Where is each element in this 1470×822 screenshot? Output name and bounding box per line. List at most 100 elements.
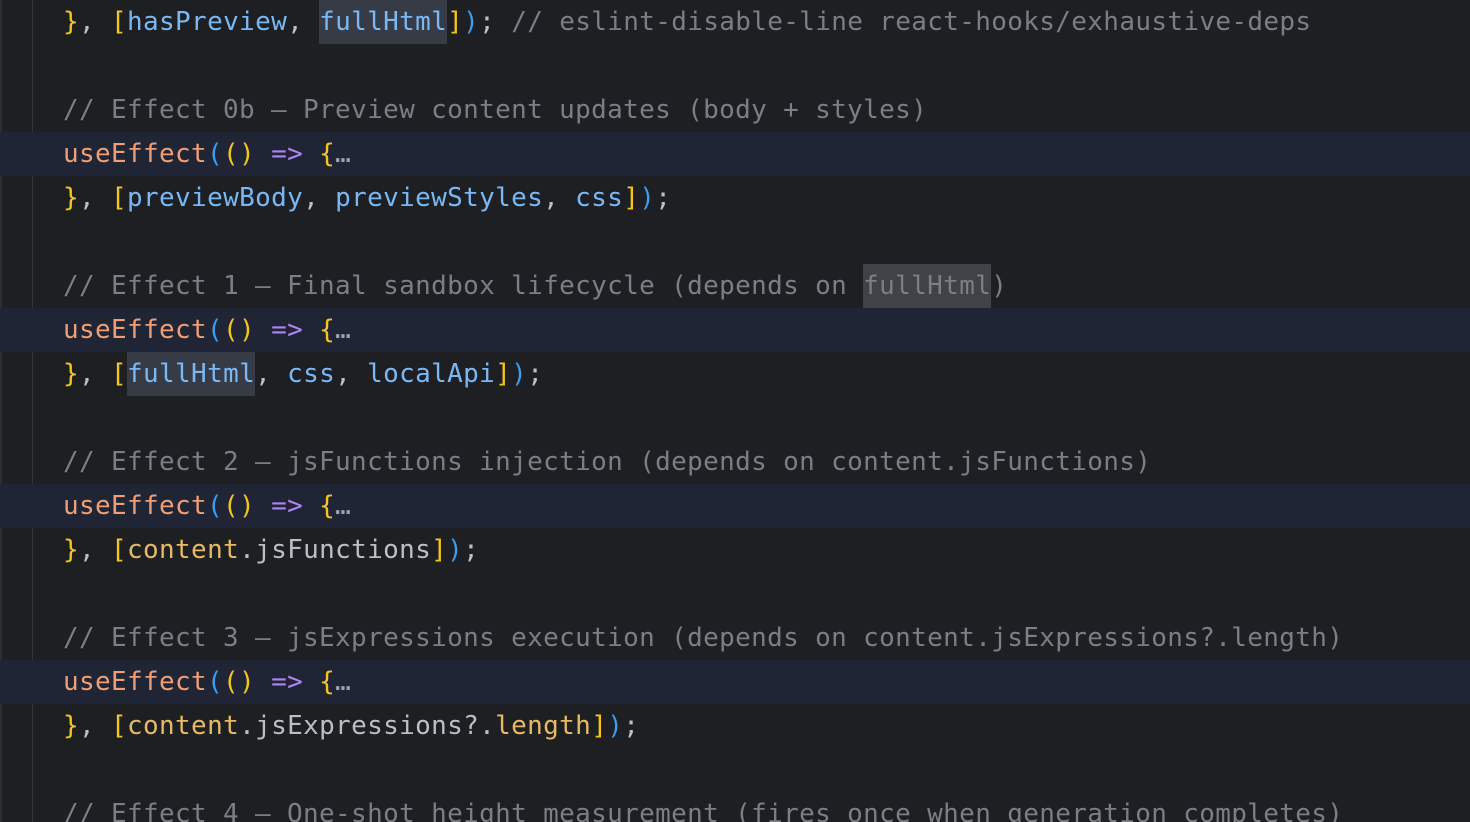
- code-token: useEffect: [63, 667, 208, 697]
- code-token: }: [63, 183, 80, 213]
- code-token: ]: [495, 359, 512, 389]
- code-token: ): [447, 535, 464, 565]
- code-line[interactable]: }, [previewBody, previewStyles, css]);: [0, 176, 1470, 220]
- code-token: {: [319, 139, 336, 169]
- code-token: css: [287, 359, 336, 389]
- folded-code-line[interactable]: useEffect(() => {…: [0, 132, 1470, 176]
- code-token: ;: [479, 7, 512, 37]
- code-line[interactable]: // Effect 4 — One-shot height measuremen…: [0, 792, 1470, 822]
- code-line-text: // Effect 2 — jsFunctions injection (dep…: [63, 440, 1151, 484]
- fold-expand-ellipsis[interactable]: …: [335, 667, 351, 697]
- code-line-text: // Effect 1 — Final sandbox lifecycle (d…: [63, 264, 1007, 308]
- code-token: css: [575, 183, 624, 213]
- code-line-text: // Effect 0b — Preview content updates (…: [63, 88, 927, 132]
- code-token: ,: [255, 359, 288, 389]
- code-line[interactable]: [0, 748, 1470, 792]
- code-token: content: [127, 711, 240, 741]
- code-token: // Effect 2 — jsFunctions injection (dep…: [63, 447, 1152, 477]
- code-token: }: [63, 535, 80, 565]
- code-token: }: [63, 359, 80, 389]
- folded-code-line[interactable]: useEffect(() => {…: [0, 308, 1470, 352]
- code-token: .: [239, 711, 256, 741]
- code-token: =>: [271, 315, 304, 345]
- code-token: previewBody: [127, 183, 304, 213]
- code-token: // Effect 4 — One-shot height measuremen…: [63, 799, 1344, 822]
- code-line[interactable]: [0, 396, 1470, 440]
- code-token: ]: [431, 535, 448, 565]
- code-line[interactable]: // Effect 1 — Final sandbox lifecycle (d…: [0, 264, 1470, 308]
- code-token: ,: [79, 183, 112, 213]
- folded-code-line[interactable]: useEffect(() => {…: [0, 484, 1470, 528]
- code-token: [: [111, 359, 128, 389]
- code-token: [: [111, 535, 128, 565]
- code-token: length: [495, 711, 592, 741]
- code-line[interactable]: // Effect 3 — jsExpressions execution (d…: [0, 616, 1470, 660]
- code-token: (): [223, 667, 256, 697]
- code-line[interactable]: [0, 572, 1470, 616]
- code-token: [: [111, 7, 128, 37]
- fold-expand-ellipsis[interactable]: …: [335, 491, 351, 521]
- code-token: ,: [79, 535, 112, 565]
- fold-expand-ellipsis[interactable]: …: [335, 139, 351, 169]
- code-line-text: }, [content.jsExpressions?.length]);: [63, 704, 639, 748]
- code-token: ;: [623, 711, 640, 741]
- code-token: previewStyles: [335, 183, 544, 213]
- fold-expand-ellipsis[interactable]: …: [335, 315, 351, 345]
- code-token: ,: [79, 7, 112, 37]
- code-line[interactable]: }, [hasPreview, fullHtml]); // eslint-di…: [0, 0, 1470, 44]
- code-line[interactable]: [0, 44, 1470, 88]
- code-token: jsFunctions: [255, 535, 432, 565]
- code-token: ): [607, 711, 624, 741]
- code-line-text: }, [content.jsFunctions]);: [63, 528, 479, 572]
- code-line-text: useEffect(() => {…: [63, 484, 351, 528]
- code-token: ]: [447, 7, 464, 37]
- code-line[interactable]: // Effect 0b — Preview content updates (…: [0, 88, 1470, 132]
- code-token: ): [991, 271, 1008, 301]
- code-token: ?.: [463, 711, 496, 741]
- code-token: (): [223, 315, 256, 345]
- code-token: fullHtml: [319, 0, 448, 44]
- code-line-text: // Effect 3 — jsExpressions execution (d…: [63, 616, 1343, 660]
- code-line-text: }, [previewBody, previewStyles, css]);: [63, 176, 671, 220]
- code-token: ,: [287, 7, 320, 37]
- code-editor[interactable]: }, [hasPreview, fullHtml]); // eslint-di…: [0, 0, 1470, 822]
- code-token: .: [239, 535, 256, 565]
- code-token: [: [111, 711, 128, 741]
- code-line-text: }, [hasPreview, fullHtml]); // eslint-di…: [63, 0, 1311, 44]
- code-token: ): [511, 359, 528, 389]
- code-token: // Effect 1 — Final sandbox lifecycle (d…: [63, 271, 864, 301]
- code-token: {: [319, 667, 336, 697]
- code-token: {: [319, 491, 336, 521]
- code-token: (: [207, 667, 224, 697]
- code-token: (: [207, 491, 224, 521]
- code-token: =>: [271, 667, 304, 697]
- code-token: ,: [335, 359, 368, 389]
- code-token: ,: [303, 183, 336, 213]
- code-token: (): [223, 491, 256, 521]
- code-token: ;: [527, 359, 544, 389]
- code-line-text: useEffect(() => {…: [63, 660, 351, 704]
- code-line[interactable]: }, [content.jsExpressions?.length]);: [0, 704, 1470, 748]
- code-line[interactable]: // Effect 2 — jsFunctions injection (dep…: [0, 440, 1470, 484]
- code-token: ,: [79, 359, 112, 389]
- code-token: // Effect 3 — jsExpressions execution (d…: [63, 623, 1344, 653]
- code-token: [: [111, 183, 128, 213]
- code-line[interactable]: [0, 220, 1470, 264]
- code-line[interactable]: }, [content.jsFunctions]);: [0, 528, 1470, 572]
- code-token: hasPreview: [127, 7, 288, 37]
- code-token: (): [223, 139, 256, 169]
- code-token: jsExpressions: [255, 711, 464, 741]
- code-token: content: [127, 535, 240, 565]
- code-token: ,: [543, 183, 576, 213]
- code-token: useEffect: [63, 491, 208, 521]
- code-token: localApi: [367, 359, 496, 389]
- code-line[interactable]: }, [fullHtml, css, localApi]);: [0, 352, 1470, 396]
- code-token: ;: [463, 535, 480, 565]
- folded-code-line[interactable]: useEffect(() => {…: [0, 660, 1470, 704]
- code-token: ]: [591, 711, 608, 741]
